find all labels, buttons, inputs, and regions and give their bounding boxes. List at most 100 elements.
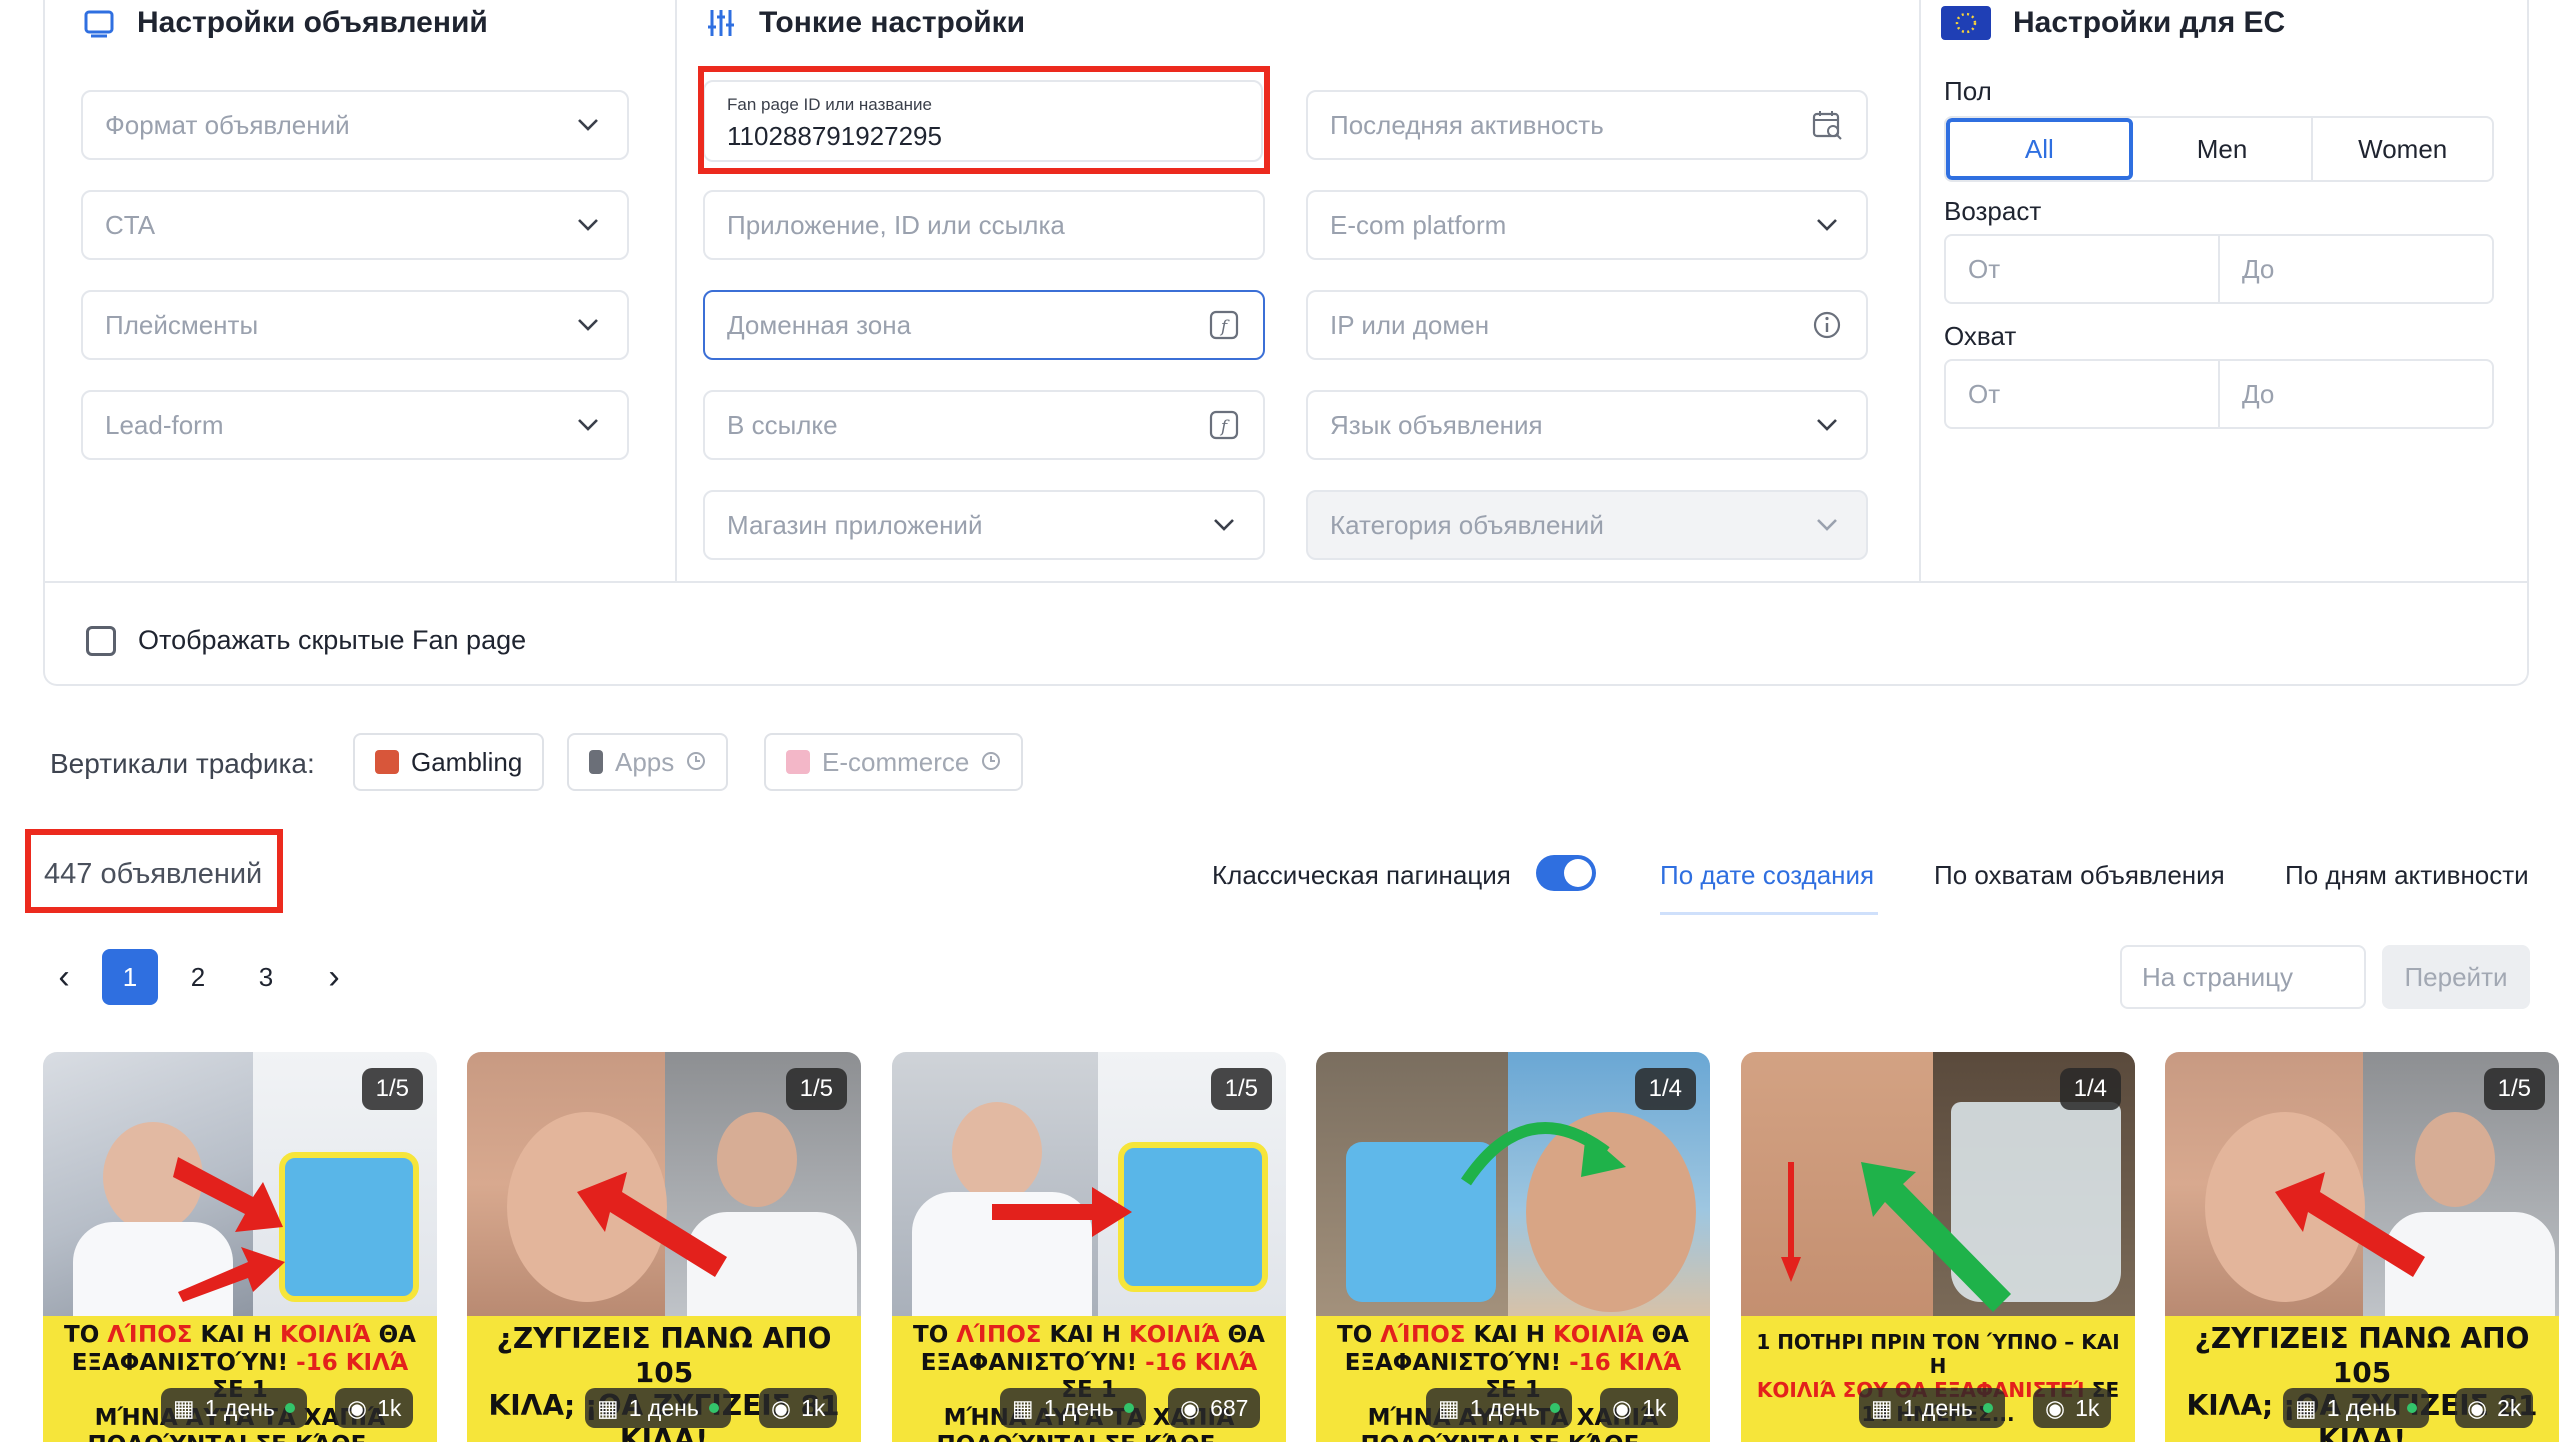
vertical-chip-ecommerce[interactable]: E-commerce [764, 733, 1024, 791]
calendar-icon: ▦ [173, 1394, 195, 1421]
active-dot [2406, 1403, 2417, 1413]
ad-views: ◉ 1k [1600, 1388, 1679, 1428]
carousel-badge: 1/4 [2059, 1068, 2121, 1110]
checkbox-box[interactable] [86, 625, 116, 656]
ad-views: ◉ 1k [2033, 1388, 2112, 1428]
svg-text:f: f [1219, 417, 1230, 437]
ad-format-select[interactable]: Формат объявлений [81, 90, 629, 160]
ad-card[interactable]: 1/5 ¿ΖΥΓΙΖΕΙΣ ΠΑΝΩ ΑΠΟ 105 ΚΙΛΑ; ¡ΘΑ ΖΥΓ… [467, 1052, 861, 1442]
cta-select[interactable]: CTA [81, 190, 629, 260]
age-to-input[interactable]: До [2220, 236, 2492, 302]
classic-pagination-toggle[interactable] [1536, 855, 1596, 891]
chevron-down-icon [1810, 508, 1844, 542]
eye-icon: ◉ [347, 1394, 368, 1421]
ad-meta: ▦ 1 день [1000, 1388, 1146, 1428]
eu-settings-title: Настройки для ЕС [1941, 6, 2285, 40]
last-activity-input[interactable]: Последняя активность [1306, 90, 1868, 160]
panel-divider [45, 581, 2527, 583]
eye-icon: ◉ [2467, 1394, 2488, 1421]
vertical-chip-apps[interactable]: Apps [567, 733, 729, 791]
show-hidden-checkbox[interactable]: Отображать скрытые Fan page [86, 625, 526, 656]
reach-range: От До [1944, 359, 2494, 429]
reach-from-input[interactable]: От [1946, 361, 2220, 427]
ad-meta: ▦ 1 день [585, 1388, 731, 1428]
ad-views: ◉ 2k [2455, 1388, 2534, 1428]
ad-card[interactable]: 1/4 1 ΠΟΤΗΡΙ ΠΡΙΝ ΤΟΝ ΎΠΝΟ – ΚΑΙ Η ΚΟΙΛΙ… [1741, 1052, 2135, 1442]
function-icon[interactable]: f [1207, 408, 1241, 442]
monitor-icon [83, 7, 115, 39]
app-id-input[interactable]: Приложение, ID или ссылка [703, 190, 1265, 260]
ad-category-select[interactable]: Категория объявлений [1306, 490, 1868, 560]
carousel-badge: 1/5 [361, 1068, 423, 1110]
active-dot [1982, 1403, 1993, 1413]
function-icon[interactable]: f [1207, 308, 1241, 342]
chevron-down-icon [1810, 408, 1844, 442]
goto-page-input[interactable]: На страницу [2120, 945, 2366, 1009]
in-link-input[interactable]: В ссылке f [703, 390, 1265, 460]
app-store-select[interactable]: Магазин приложений [703, 490, 1265, 560]
carousel-badge: 1/5 [2483, 1068, 2545, 1110]
ad-card[interactable]: 1/5 ¿ΖΥΓΙΖΕΙΣ ΠΑΝΩ ΑΠΟ 105 ΚΙΛΑ; ¡ΘΑ ΖΥΓ… [2165, 1052, 2559, 1442]
chevron-down-icon [571, 408, 605, 442]
page-button-1[interactable]: 1 [102, 949, 158, 1005]
sort-by-activity-days[interactable]: По дням активности [2285, 860, 2529, 891]
placements-select[interactable]: Плейсменты [81, 290, 629, 360]
page-button-2[interactable]: 2 [170, 949, 226, 1005]
ad-views: ◉ 1k [335, 1388, 414, 1428]
ad-card[interactable]: 1/4 ΤΟ ΛΊΠΟΣ ΚΑΙ Η ΚΟΙΛΙΆ ΘΑ ΕΞΑΦΑΝΙΣΤΟΎ… [1316, 1052, 1710, 1442]
domain-zone-input[interactable]: Доменная зона f [703, 290, 1265, 360]
ad-meta: ▦ 1 день [1426, 1388, 1572, 1428]
pagination-toggle-label: Классическая пагинация [1212, 860, 1511, 890]
ad-views: ◉ 687 [1168, 1388, 1261, 1428]
age-from-input[interactable]: От [1946, 236, 2220, 302]
reach-to-input[interactable]: До [2220, 361, 2492, 427]
ad-meta: ▦ 1 день [2283, 1388, 2429, 1428]
ad-language-select[interactable]: Язык объявления [1306, 390, 1868, 460]
shopping-bag-icon [786, 750, 810, 774]
eu-flag-icon [1941, 6, 1991, 40]
gender-option-men[interactable]: Men [2133, 118, 2314, 180]
eye-icon: ◉ [771, 1394, 792, 1421]
ad-card[interactable]: 1/5 ΤΟ ΛΊΠΟΣ ΚΑΙ Η ΚΟΙΛΙΆ ΘΑ ΕΞΑΦΑΝΙΣΤΟΎ… [43, 1052, 437, 1442]
ip-domain-input[interactable]: IP или домен [1306, 290, 1868, 360]
calendar-icon[interactable] [1810, 108, 1844, 142]
gender-label: Пол [1944, 76, 1992, 106]
column-divider [1919, 0, 1921, 581]
gender-option-all[interactable]: All [1946, 118, 2133, 180]
active-dot [708, 1403, 719, 1413]
lead-form-select[interactable]: Lead-form [81, 390, 629, 460]
next-page-button[interactable]: › [306, 949, 362, 1005]
calendar-icon: ▦ [2295, 1394, 2317, 1421]
fine-settings-title: Тонкие настройки [705, 6, 1025, 40]
age-range: От До [1944, 234, 2494, 304]
info-icon[interactable] [1810, 308, 1844, 342]
gender-segmented: All Men Women [1944, 116, 2494, 182]
gender-option-women[interactable]: Women [2313, 118, 2492, 180]
vertical-chip-gambling[interactable]: Gambling [353, 733, 545, 791]
chevron-down-icon [1810, 208, 1844, 242]
ad-image: 1/5 [892, 1052, 1286, 1316]
active-dot [284, 1403, 295, 1413]
chevron-down-icon [1207, 508, 1241, 542]
column-divider [675, 0, 677, 581]
sort-by-date[interactable]: По дате создания [1660, 860, 1874, 891]
ecom-platform-select[interactable]: E-com platform [1306, 190, 1868, 260]
ad-image: 1/5 [43, 1052, 437, 1316]
reach-label: Охват [1944, 321, 2017, 351]
page-button-3[interactable]: 3 [238, 949, 294, 1005]
clock-icon [686, 747, 706, 778]
active-dot [1123, 1403, 1134, 1413]
active-dot [1549, 1403, 1560, 1413]
carousel-badge: 1/5 [785, 1068, 847, 1110]
chevron-down-icon [571, 308, 605, 342]
carousel-badge: 1/4 [1634, 1068, 1696, 1110]
ad-image: 1/4 [1741, 1052, 2135, 1316]
prev-page-button[interactable]: ‹ [36, 949, 92, 1005]
goto-page-button[interactable]: Перейти [2382, 945, 2530, 1009]
carousel-badge: 1/5 [1210, 1068, 1272, 1110]
ad-image: 1/4 [1316, 1052, 1710, 1316]
phone-icon [589, 750, 603, 774]
highlight-box [698, 66, 1270, 174]
ad-card[interactable]: 1/5 ΤΟ ΛΊΠΟΣ ΚΑΙ Η ΚΟΙΛΙΆ ΘΑ ΕΞΑΦΑΝΙΣΤΟΎ… [892, 1052, 1286, 1442]
sort-by-reach[interactable]: По охватам объявления [1934, 860, 2225, 891]
